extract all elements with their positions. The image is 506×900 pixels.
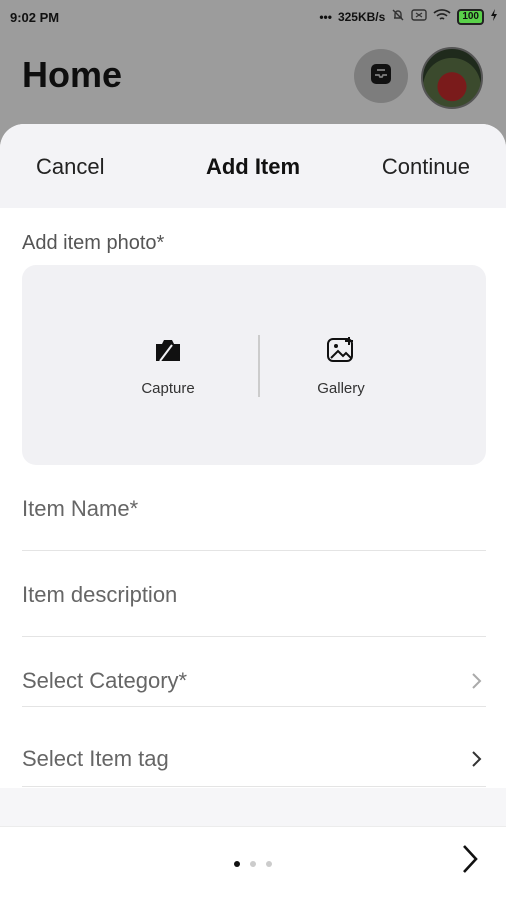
inbox-button[interactable] xyxy=(354,49,408,103)
sim-icon xyxy=(411,9,428,24)
capture-label: Capture xyxy=(141,380,195,397)
charging-icon xyxy=(490,9,498,24)
page-dot xyxy=(266,861,273,867)
chevron-right-icon xyxy=(470,672,482,695)
photo-picker: Capture Gallery xyxy=(22,265,486,465)
page-indicator xyxy=(0,854,506,872)
select-item-tag-label: Select Item tag xyxy=(22,746,169,771)
wifi-icon xyxy=(433,8,451,25)
chevron-right-icon xyxy=(470,750,482,773)
next-button[interactable] xyxy=(460,843,480,880)
next-arrow-icon xyxy=(460,845,480,879)
gallery-label: Gallery xyxy=(317,380,365,397)
status-time: 9:02 PM xyxy=(10,10,60,25)
status-icons: ••• 325KB/s 100 xyxy=(319,8,498,25)
page-title: Home xyxy=(22,54,123,95)
item-description-placeholder: Item description xyxy=(22,582,178,607)
select-category-row[interactable]: Select Category* xyxy=(22,636,486,707)
photo-label: Add item photo* xyxy=(22,232,165,254)
sheet-footer xyxy=(0,826,506,900)
camera-icon xyxy=(152,340,184,369)
item-name-field[interactable]: Item Name* xyxy=(22,466,486,551)
add-item-sheet: Cancel Add Item Continue Add item photo*… xyxy=(0,124,506,900)
inbox-icon xyxy=(368,61,394,92)
capture-button[interactable]: Capture xyxy=(108,335,228,397)
mute-icon xyxy=(391,8,405,25)
gallery-icon xyxy=(325,337,357,369)
spacer xyxy=(0,788,506,826)
select-category-label: Select Category* xyxy=(22,668,188,693)
divider xyxy=(258,335,260,397)
battery-level: 100 xyxy=(462,10,479,22)
page-dot xyxy=(250,861,256,867)
signal-dots-icon: ••• xyxy=(319,9,332,24)
gallery-button[interactable]: Gallery xyxy=(281,335,401,397)
item-description-field[interactable]: Item description xyxy=(22,550,486,637)
avatar[interactable] xyxy=(421,47,483,109)
network-speed: 325KB/s xyxy=(337,9,386,24)
sheet-header: Cancel Add Item Continue xyxy=(0,124,506,208)
continue-button[interactable]: Continue xyxy=(382,154,470,180)
item-name-placeholder: Item Name* xyxy=(22,496,139,521)
battery-icon: 100 xyxy=(457,8,484,25)
page-dot-active xyxy=(233,861,240,867)
select-item-tag-row[interactable]: Select Item tag xyxy=(22,706,486,787)
status-bar: 9:02 PM ••• 325KB/s 100 xyxy=(0,0,506,36)
